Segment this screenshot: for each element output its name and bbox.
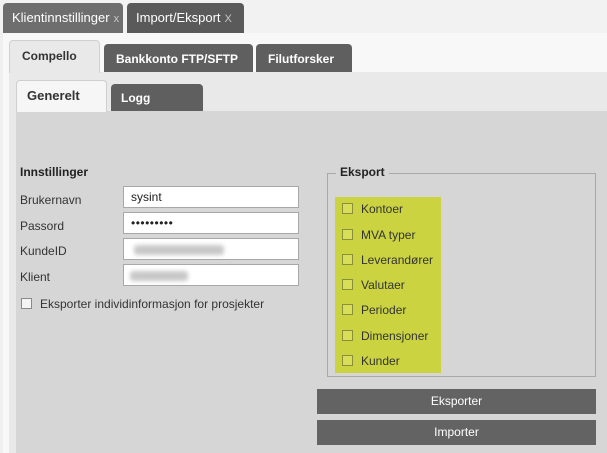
- password-label: Passord: [20, 219, 65, 233]
- individual-info-label: Eksporter individinformasjon for prosjek…: [40, 297, 265, 311]
- tab-klientinnstillinger[interactable]: Klientinnstillinger x: [3, 3, 123, 33]
- export-title: Eksport: [336, 165, 389, 179]
- import-button[interactable]: Importer: [317, 420, 596, 445]
- valutaer-checkbox[interactable]: [342, 279, 353, 290]
- export-button[interactable]: Eksporter: [317, 389, 596, 414]
- close-icon[interactable]: x: [114, 13, 120, 25]
- username-label: Brukernavn: [20, 193, 82, 207]
- mva-typer-checkbox[interactable]: [342, 229, 353, 240]
- tab-label: Klientinnstillinger: [12, 10, 110, 25]
- export-option-label: Perioder: [361, 303, 407, 317]
- tab-logg[interactable]: Logg: [111, 84, 203, 111]
- username-field[interactable]: sysint: [123, 186, 299, 208]
- export-option-label: Kunder: [361, 354, 400, 368]
- close-icon[interactable]: X: [225, 13, 232, 25]
- tab-bankkonto[interactable]: Bankkonto FTP/SFTP: [104, 44, 253, 72]
- tab-compello[interactable]: Compello: [9, 40, 100, 73]
- tab-import-eksport[interactable]: Import/Eksport X: [127, 3, 244, 33]
- customer-id-label: KundeID: [20, 244, 67, 258]
- export-option-label: Leverandører: [361, 253, 434, 267]
- kontoer-checkbox[interactable]: [342, 203, 353, 214]
- individual-info-checkbox[interactable]: [21, 298, 32, 309]
- perioder-checkbox[interactable]: [342, 304, 353, 315]
- kunder-checkbox[interactable]: [342, 355, 353, 366]
- tab-generelt[interactable]: Generelt: [16, 80, 107, 112]
- export-option-label: Valutaer: [361, 278, 405, 292]
- tab-filutforsker[interactable]: Filutforsker: [256, 44, 352, 72]
- export-option-label: MVA typer: [361, 228, 416, 242]
- client-label: Klient: [20, 270, 51, 284]
- password-field[interactable]: •••••••••: [123, 212, 299, 234]
- dimensjoner-checkbox[interactable]: [342, 330, 353, 341]
- leverandorer-checkbox[interactable]: [342, 254, 353, 265]
- client-field[interactable]: [123, 264, 299, 286]
- settings-title: Innstillinger: [20, 165, 89, 179]
- export-option-label: Dimensjoner: [361, 329, 429, 343]
- export-option-label: Kontoer: [361, 202, 404, 216]
- redacted-value: [130, 271, 188, 281]
- customer-id-field[interactable]: [123, 238, 299, 260]
- redacted-value: [134, 245, 224, 255]
- tab-label: Import/Eksport: [136, 10, 221, 25]
